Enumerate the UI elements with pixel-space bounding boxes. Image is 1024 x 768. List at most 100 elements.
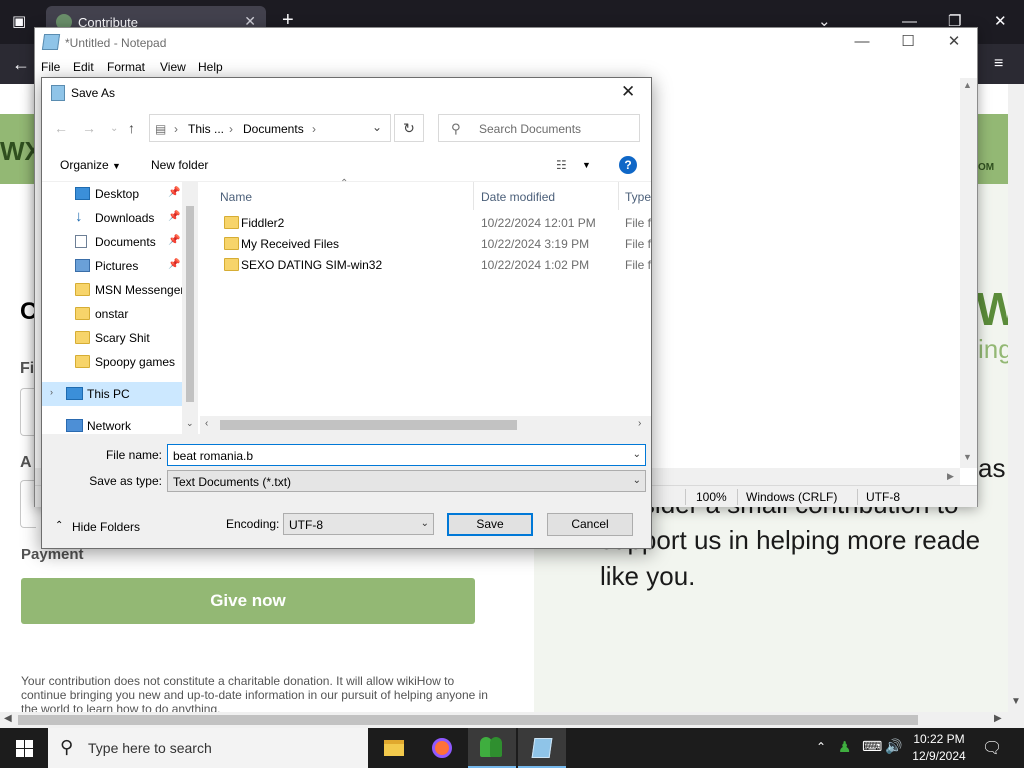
file-list-hscroll-thumb[interactable] bbox=[220, 420, 517, 430]
nav-item-network[interactable]: Network bbox=[42, 414, 182, 434]
file-row-my-received-files[interactable]: My Received Files 10/22/2024 3:19 PM Fil… bbox=[200, 233, 651, 254]
page-vertical-scrollbar[interactable]: ▼ bbox=[1008, 84, 1024, 712]
menu-help[interactable]: Help bbox=[198, 60, 223, 74]
tab-list-icon[interactable]: ▣ bbox=[12, 14, 26, 30]
expand-chevron-icon[interactable]: › bbox=[50, 387, 53, 397]
dialog-close-icon[interactable]: ✕ bbox=[621, 82, 635, 102]
view-options-icon[interactable]: ☷ bbox=[556, 158, 567, 172]
start-button[interactable] bbox=[0, 728, 48, 768]
view-options-chevron-icon[interactable]: ▼ bbox=[582, 160, 591, 170]
forward-arrow-icon[interactable]: → bbox=[82, 120, 96, 136]
nav-item-label: MSN Messenger bbox=[95, 283, 185, 297]
address-bar[interactable]: ▤ › This ... › Documents › ⌄ bbox=[149, 114, 391, 142]
organize-label: Organize bbox=[60, 158, 109, 172]
menu-view[interactable]: View bbox=[160, 60, 186, 74]
hide-folders-button[interactable]: Hide Folders bbox=[72, 520, 140, 534]
search-documents-input[interactable]: Search Documents bbox=[479, 122, 581, 136]
give-now-button[interactable]: Give now bbox=[21, 578, 475, 624]
new-folder-button[interactable]: New folder bbox=[151, 158, 208, 172]
notepad-title-bar[interactable]: *Untitled - Notepad — ☐ ✕ bbox=[35, 28, 977, 58]
address-history-chevron-icon[interactable]: ⌄ bbox=[372, 120, 382, 134]
browser-close-icon[interactable]: ✕ bbox=[994, 14, 1007, 30]
scroll-left-icon[interactable]: ◀ bbox=[4, 713, 12, 724]
notifications-icon[interactable]: 🗨 bbox=[982, 738, 1002, 758]
taskbar-search-box[interactable]: ⚲ Type here to search bbox=[48, 728, 368, 768]
refresh-button[interactable]: ↻ bbox=[394, 114, 424, 142]
scroll-right-icon[interactable]: › bbox=[638, 418, 641, 429]
file-row-fiddler2[interactable]: Fiddler2 10/22/2024 12:01 PM File folder bbox=[200, 212, 651, 233]
clock-date[interactable]: 12/9/2024 bbox=[906, 749, 972, 763]
taskbar-msn-messenger[interactable] bbox=[468, 728, 516, 768]
dialog-nav-bar: ← → ⌄ ↑ ▤ › This ... › Documents › ⌄ ↻ ⚲… bbox=[42, 108, 651, 148]
clock-time[interactable]: 10:22 PM bbox=[906, 732, 972, 746]
save-button[interactable]: Save bbox=[447, 513, 533, 536]
nav-scroll-down-icon[interactable]: ⌄ bbox=[186, 418, 194, 429]
notepad-vertical-scrollbar[interactable]: ▲ ▼ bbox=[960, 78, 977, 468]
cancel-button[interactable]: Cancel bbox=[547, 513, 633, 536]
hide-folders-chevron-icon[interactable]: ⌃ bbox=[55, 520, 63, 531]
notepad-maximize-icon[interactable]: ☐ bbox=[885, 28, 931, 58]
nav-item-documents[interactable]: Documents 📌 bbox=[42, 230, 182, 254]
menu-format[interactable]: Format bbox=[107, 60, 145, 74]
recent-locations-chevron-icon[interactable]: ⌄ bbox=[110, 123, 118, 134]
up-arrow-icon[interactable]: ↑ bbox=[128, 120, 135, 136]
nav-item-scary-shit[interactable]: Scary Shit bbox=[42, 326, 182, 350]
taskbar-file-explorer[interactable] bbox=[370, 728, 418, 768]
page-horizontal-scrollbar[interactable]: ◀ ▶ bbox=[0, 712, 1024, 728]
file-name-input[interactable]: beat romania.b ⌄ bbox=[167, 444, 646, 466]
encoding-chevron-icon[interactable]: ⌄ bbox=[421, 518, 429, 529]
header-suffix: OM bbox=[978, 162, 995, 173]
menu-edit[interactable]: Edit bbox=[73, 60, 94, 74]
taskbar-firefox[interactable] bbox=[418, 728, 466, 768]
help-button[interactable]: ? bbox=[619, 156, 637, 174]
back-arrow-icon[interactable]: ← bbox=[54, 120, 68, 136]
save-as-type-select[interactable]: Text Documents (*.txt) ⌄ bbox=[167, 470, 646, 492]
nav-item-spoopy-games[interactable]: Spoopy games bbox=[42, 350, 182, 374]
organize-button[interactable]: Organize ▼ bbox=[60, 158, 121, 172]
nav-item-pictures[interactable]: Pictures 📌 bbox=[42, 254, 182, 278]
scroll-down-icon[interactable]: ▼ bbox=[1011, 696, 1021, 707]
column-header-date-modified[interactable]: Date modified bbox=[481, 190, 555, 204]
notepad-scroll-down-icon[interactable]: ▼ bbox=[963, 452, 972, 462]
scroll-left-icon[interactable]: ‹ bbox=[205, 418, 208, 429]
folder-icon bbox=[75, 283, 90, 296]
column-separator[interactable] bbox=[473, 182, 474, 210]
file-name-dropdown-chevron-icon[interactable]: ⌄ bbox=[633, 449, 641, 460]
show-hidden-icons-chevron-icon[interactable]: ⌃ bbox=[816, 740, 826, 754]
notepad-scroll-up-icon[interactable]: ▲ bbox=[963, 80, 972, 90]
encoding-select[interactable]: UTF-8 ⌄ bbox=[283, 513, 434, 535]
nav-item-desktop[interactable]: Desktop 📌 bbox=[42, 182, 182, 206]
nav-item-onstar[interactable]: onstar bbox=[42, 302, 182, 326]
column-header-name[interactable]: Name bbox=[220, 190, 252, 204]
volume-icon[interactable]: 🔊 bbox=[885, 738, 902, 755]
pictures-icon bbox=[75, 259, 90, 272]
save-as-type-chevron-icon[interactable]: ⌄ bbox=[633, 475, 641, 486]
search-documents-box[interactable]: ⚲ Search Documents bbox=[438, 114, 640, 142]
breadcrumb-this-pc[interactable]: This ... bbox=[188, 122, 224, 136]
dialog-body: Desktop 📌 ↓ Downloads 📌 Documents 📌 Pict… bbox=[42, 178, 651, 434]
pin-icon: 📌 bbox=[168, 259, 181, 270]
nav-item-label: Documents bbox=[95, 235, 156, 249]
network-tray-icon[interactable]: ⌨ bbox=[862, 738, 882, 755]
scroll-right-icon[interactable]: ▶ bbox=[994, 713, 1002, 724]
file-list-horizontal-scrollbar[interactable]: ‹ › bbox=[200, 416, 651, 434]
taskbar-notepad[interactable] bbox=[518, 728, 566, 768]
menu-file[interactable]: File bbox=[41, 60, 60, 74]
page-hscroll-thumb[interactable] bbox=[18, 715, 918, 725]
breadcrumb-documents[interactable]: Documents bbox=[243, 122, 304, 136]
taskbar-search-input[interactable]: Type here to search bbox=[88, 740, 212, 756]
nav-pane-scroll-thumb[interactable] bbox=[186, 206, 194, 402]
notepad-minimize-icon[interactable]: — bbox=[839, 28, 885, 58]
back-arrow-icon[interactable]: ← bbox=[12, 55, 30, 73]
dialog-title-bar[interactable]: Save As ✕ bbox=[42, 78, 651, 108]
file-row-sexo-dating-sim[interactable]: SEXO DATING SIM-win32 10/22/2024 1:02 PM… bbox=[200, 254, 651, 275]
hamburger-menu-icon[interactable]: ≡ bbox=[994, 56, 1003, 72]
column-header-type[interactable]: Type bbox=[625, 190, 651, 204]
msn-tray-icon[interactable]: ♟ bbox=[838, 738, 851, 756]
nav-item-msn-messenger[interactable]: MSN Messenger bbox=[42, 278, 185, 302]
column-separator[interactable] bbox=[618, 182, 619, 210]
nav-item-downloads[interactable]: ↓ Downloads 📌 bbox=[42, 206, 182, 230]
notepad-close-icon[interactable]: ✕ bbox=[931, 28, 977, 58]
notepad-scroll-right-icon[interactable]: ▶ bbox=[947, 471, 954, 482]
nav-item-this-pc[interactable]: › This PC bbox=[42, 382, 182, 406]
